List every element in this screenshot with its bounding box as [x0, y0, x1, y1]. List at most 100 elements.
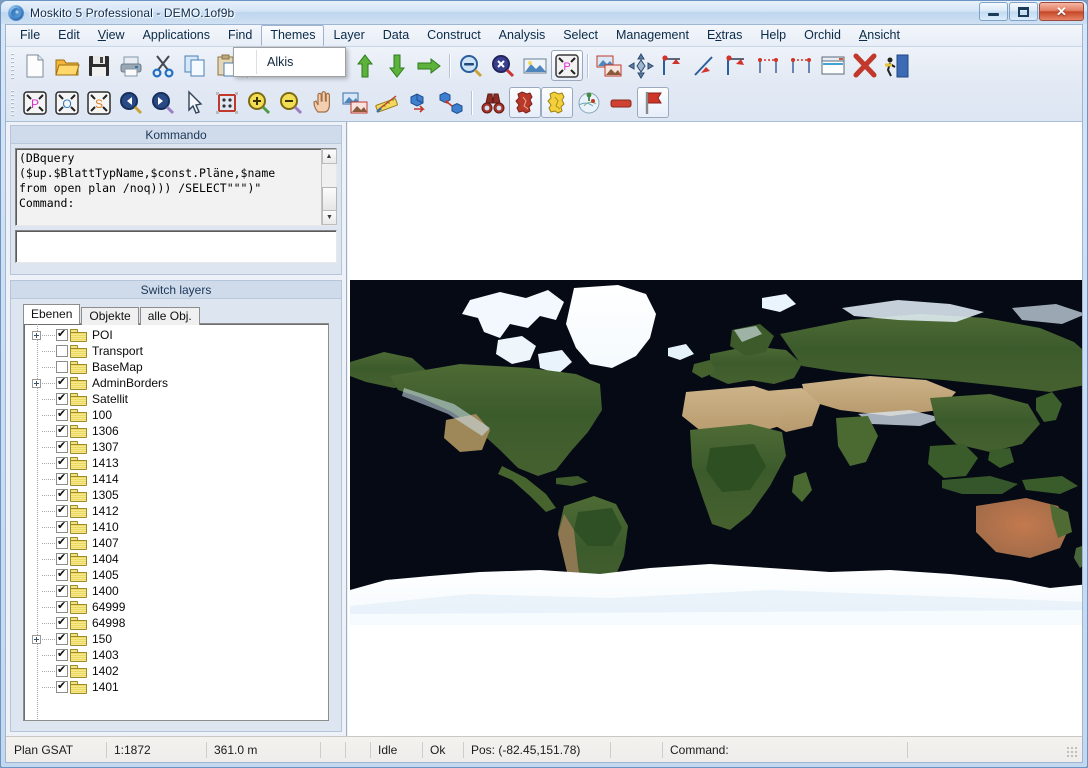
- layer-tree-item[interactable]: 1414: [24, 471, 328, 487]
- zoom-object-button[interactable]: O: [51, 87, 83, 118]
- layer-visibility-checkbox[interactable]: [56, 647, 68, 661]
- red-bar-button[interactable]: [605, 87, 637, 118]
- select-rectangle-button[interactable]: [211, 87, 243, 118]
- menu-analysis[interactable]: Analysis: [490, 25, 555, 47]
- layer-visibility-checkbox[interactable]: [56, 407, 68, 421]
- germany-yellow-button[interactable]: [541, 87, 573, 118]
- menu-extras[interactable]: Extras: [698, 25, 751, 47]
- menu-select[interactable]: Select: [554, 25, 607, 47]
- zoom-plan-extent-button[interactable]: P: [551, 50, 583, 81]
- germany-red-button[interactable]: [509, 87, 541, 118]
- zoom-selection-button[interactable]: S: [83, 87, 115, 118]
- layer-visibility-checkbox[interactable]: [56, 423, 68, 437]
- binoculars-button[interactable]: [477, 87, 509, 118]
- layer-tree[interactable]: POI Transport BaseMap AdminBorders Satellit 1…: [23, 323, 329, 721]
- layer-tree-item[interactable]: POI: [24, 327, 328, 343]
- layer-tree-item[interactable]: 1307: [24, 439, 328, 455]
- toolbar-grip[interactable]: [10, 89, 17, 116]
- menu-help[interactable]: Help: [751, 25, 795, 47]
- layer-visibility-checkbox[interactable]: [56, 551, 68, 565]
- layer-tree-item[interactable]: 150: [24, 631, 328, 647]
- satellite-world-map[interactable]: [350, 280, 1082, 625]
- zoom-out-button[interactable]: [455, 50, 487, 81]
- layer-visibility-checkbox[interactable]: [56, 375, 68, 389]
- layer-tree-item[interactable]: AdminBorders: [24, 375, 328, 391]
- menu-management[interactable]: Management: [607, 25, 698, 47]
- window-button[interactable]: [817, 50, 849, 81]
- menu-find[interactable]: Find: [219, 25, 261, 47]
- zoom-previous-button[interactable]: [115, 87, 147, 118]
- layer-tree-item[interactable]: Satellit: [24, 391, 328, 407]
- select-arrow-button[interactable]: [179, 87, 211, 118]
- expand-plus-icon[interactable]: [32, 378, 41, 388]
- layer-tree-item[interactable]: 1405: [24, 567, 328, 583]
- layer-tree-item[interactable]: 1407: [24, 535, 328, 551]
- layer-visibility-checkbox[interactable]: [56, 361, 68, 373]
- layer-visibility-checkbox[interactable]: [56, 439, 68, 453]
- expand-plus-icon[interactable]: [32, 330, 41, 340]
- dim-vertical-button[interactable]: [785, 50, 817, 81]
- zoom-plan-button[interactable]: P: [19, 87, 51, 118]
- copy-button[interactable]: [179, 50, 211, 81]
- tab-alle-obj[interactable]: alle Obj.: [139, 307, 200, 325]
- layer-tree-item[interactable]: Transport: [24, 343, 328, 359]
- layer-visibility-checkbox[interactable]: [56, 679, 68, 693]
- scroll-up-icon[interactable]: ▲: [321, 149, 337, 164]
- layer-visibility-checkbox[interactable]: [56, 599, 68, 613]
- layer-tree-item[interactable]: 1306: [24, 423, 328, 439]
- map-view[interactable]: [348, 122, 1082, 736]
- tab-ebenen[interactable]: Ebenen: [23, 304, 81, 324]
- menu-edit[interactable]: Edit: [49, 25, 89, 47]
- menu-orchid[interactable]: Orchid: [795, 25, 850, 47]
- maximize-button[interactable]: [1009, 2, 1038, 21]
- menu-file[interactable]: File: [11, 25, 49, 47]
- layer-tree-item[interactable]: 64999: [24, 599, 328, 615]
- layer-tree-item[interactable]: 1401: [24, 679, 328, 695]
- zoom-all-button[interactable]: [487, 50, 519, 81]
- menu-applications[interactable]: Applications: [134, 25, 219, 47]
- layer-visibility-checkbox[interactable]: [56, 345, 68, 357]
- menu-item-alkis[interactable]: Alkis: [267, 55, 293, 69]
- layer-tree-item[interactable]: 1305: [24, 487, 328, 503]
- kommando-log[interactable]: (DBquery ($up.$BlattTypName,$const.Pläne…: [15, 148, 337, 226]
- layer-visibility-checkbox[interactable]: [56, 471, 68, 485]
- menu-data[interactable]: Data: [374, 25, 418, 47]
- raster-overlay-button[interactable]: [339, 87, 371, 118]
- layer-visibility-checkbox[interactable]: [56, 519, 68, 533]
- image-button[interactable]: [519, 50, 551, 81]
- layer-visibility-checkbox[interactable]: [56, 583, 68, 597]
- layer-tree-item[interactable]: 1400: [24, 583, 328, 599]
- open-folder-button[interactable]: [51, 50, 83, 81]
- snap-button[interactable]: [625, 50, 657, 81]
- toolbar-grip[interactable]: [10, 52, 17, 79]
- pan-hand-button[interactable]: [307, 87, 339, 118]
- zoom-in-magnifier-button[interactable]: [243, 87, 275, 118]
- layer-tree-item[interactable]: 1413: [24, 455, 328, 471]
- layer-tree-item[interactable]: 1410: [24, 519, 328, 535]
- layer-visibility-checkbox[interactable]: [56, 487, 68, 501]
- layer-tree-item[interactable]: 100: [24, 407, 328, 423]
- arrow-up-button[interactable]: [349, 50, 381, 81]
- measure-angle-button[interactable]: [721, 50, 753, 81]
- measure-diagonal-button[interactable]: [689, 50, 721, 81]
- new-document-button[interactable]: [19, 50, 51, 81]
- layer-tree-item[interactable]: 1402: [24, 663, 328, 679]
- zoom-next-button[interactable]: [147, 87, 179, 118]
- layer-tree-item[interactable]: 1403: [24, 647, 328, 663]
- menu-construct[interactable]: Construct: [418, 25, 490, 47]
- save-floppy-button[interactable]: [83, 50, 115, 81]
- layer-visibility-checkbox[interactable]: [56, 631, 68, 645]
- dim-horizontal-button[interactable]: [753, 50, 785, 81]
- kommando-scrollbar[interactable]: ▲ ▼: [321, 149, 337, 225]
- print-button[interactable]: [115, 50, 147, 81]
- delete-x-button[interactable]: [849, 50, 881, 81]
- move-3d-button[interactable]: [403, 87, 435, 118]
- arrow-right-button[interactable]: [413, 50, 445, 81]
- layer-tree-item[interactable]: 64998: [24, 615, 328, 631]
- minimize-button[interactable]: [979, 2, 1008, 21]
- layer-tree-item[interactable]: BaseMap: [24, 359, 328, 375]
- tab-objekte[interactable]: Objekte: [81, 307, 139, 325]
- layer-visibility-checkbox[interactable]: [56, 567, 68, 581]
- layer-visibility-checkbox[interactable]: [56, 663, 68, 677]
- exit-button[interactable]: [881, 50, 913, 81]
